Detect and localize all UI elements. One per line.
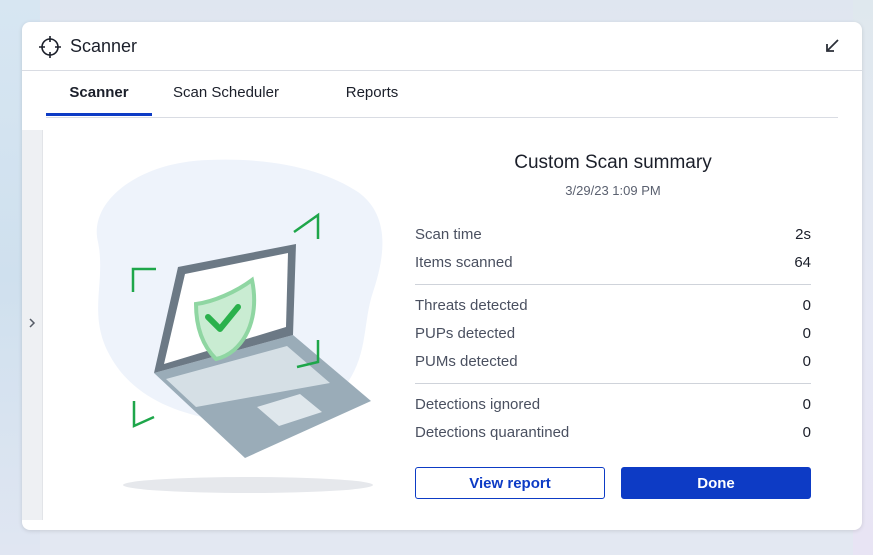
stat-label: Detections ignored (415, 396, 541, 413)
tab-scan-scheduler[interactable]: Scan Scheduler (170, 70, 282, 115)
crosshair-icon (39, 36, 61, 58)
scanner-window: Scanner Scanner Scan Scheduler Reports C… (22, 22, 862, 530)
summary-title: Custom Scan summary (514, 152, 712, 173)
tab-scanner[interactable]: Scanner (46, 70, 152, 116)
divider (415, 284, 811, 285)
divider (415, 383, 811, 384)
laptop-shield-check-icon (96, 159, 383, 493)
done-button[interactable]: Done (621, 467, 811, 499)
summary-date: 3/29/23 1:09 PM (565, 183, 661, 198)
window-title: Scanner (70, 36, 138, 56)
stat-value: 0 (802, 353, 811, 370)
active-tab-indicator (46, 113, 152, 116)
stat-value: 2s (795, 226, 811, 243)
chevron-right-icon (29, 318, 36, 328)
stat-value: 0 (802, 396, 811, 413)
stat-row-pums-detected: PUMs detected 0 (415, 353, 811, 373)
stat-label: PUMs detected (415, 353, 518, 370)
tab-scanner-label: Scanner (69, 84, 129, 101)
stat-row-detections-quarantined: Detections quarantined 0 (415, 424, 811, 444)
stat-label: Items scanned (415, 254, 513, 271)
tab-scan-scheduler-label: Scan Scheduler (173, 84, 279, 101)
stat-label: Scan time (415, 226, 482, 243)
stat-row-detections-ignored: Detections ignored 0 (415, 396, 811, 416)
minimize-arrow-icon[interactable] (822, 36, 842, 56)
stat-value: 0 (802, 325, 811, 342)
stat-label: Threats detected (415, 297, 528, 314)
stat-value: 0 (802, 424, 811, 441)
tab-bar: Scanner Scan Scheduler Reports (46, 70, 838, 118)
stat-label: PUPs detected (415, 325, 516, 342)
side-panel-toggle[interactable] (22, 130, 43, 520)
stat-value: 64 (794, 254, 811, 271)
title-bar: Scanner (22, 22, 862, 71)
view-report-button[interactable]: View report (415, 467, 605, 499)
tab-reports-label: Reports (345, 84, 399, 101)
stat-label: Detections quarantined (415, 424, 570, 441)
tab-reports[interactable]: Reports (336, 70, 408, 115)
stat-row-pups-detected: PUPs detected 0 (415, 325, 811, 345)
stat-row-threats-detected: Threats detected 0 (415, 297, 811, 317)
stat-row-scan-time: Scan time 2s (415, 226, 811, 246)
stat-row-items-scanned: Items scanned 64 (415, 254, 811, 274)
stat-value: 0 (802, 297, 811, 314)
